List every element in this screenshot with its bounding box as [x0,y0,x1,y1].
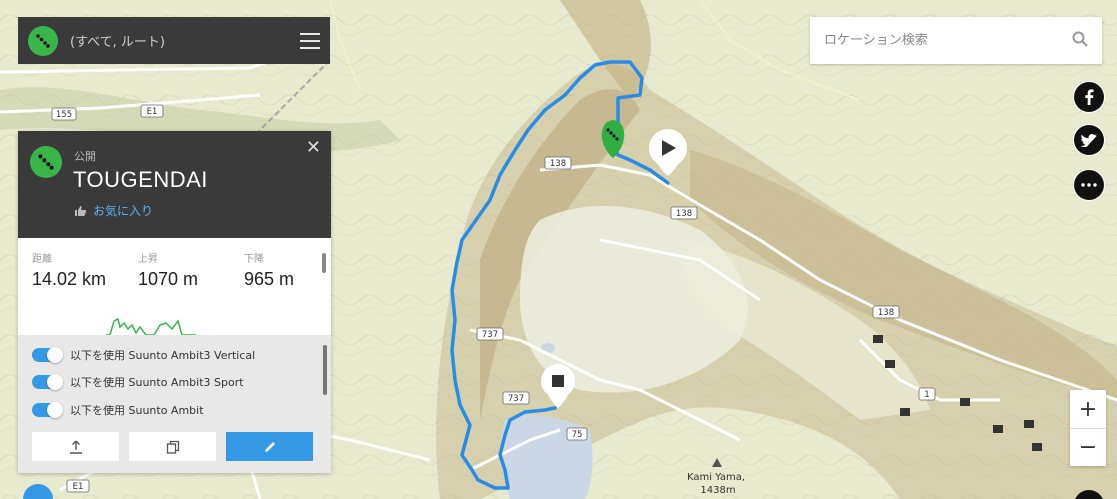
twitter-icon[interactable] [1074,125,1104,155]
device-list: 以下を使用 Suunto Ambit3 Vertical 以下を使用 Suunt… [18,335,331,473]
svg-text:E1: E1 [73,482,84,492]
svg-text:E1: E1 [147,107,158,117]
road-shield: 75 [566,427,588,441]
svg-text:138: 138 [676,209,692,219]
zoom-controls: + − [1070,390,1106,466]
zoom-in-button[interactable]: + [1070,390,1106,428]
svg-text:138: 138 [878,308,894,318]
road-shield: 155 [51,107,77,121]
facebook-icon[interactable] [1074,82,1104,112]
stat-descent: 下降 965 m [244,254,295,289]
pencil-icon [264,441,275,452]
more-options-icon[interactable] [1074,170,1104,200]
svg-text:138: 138 [550,159,566,169]
route-panel: 公開 TOUGENDAI お気に入り ✕ 距離 14.02 km 上昇 1070… [18,131,331,473]
road-shield: E1 [140,104,164,118]
svg-text:737: 737 [482,330,498,340]
zoom-out-button[interactable]: − [1070,428,1106,466]
stat-distance: 距離 14.02 km [32,254,107,289]
device-toggle[interactable] [32,374,63,390]
svg-text:Kami Yama,: Kami Yama, [687,472,745,483]
filter-label: (すべて, ルート) [70,35,165,50]
svg-text:155: 155 [56,110,72,120]
road-shield: 737 [502,391,530,405]
road-shield: 737 [476,327,504,341]
copy-icon [166,440,179,454]
suunto-logo-icon [28,25,58,56]
device-item: 以下を使用 Suunto Ambit3 Sport [32,374,244,390]
svg-text:1: 1 [924,390,929,400]
road-shield: 1 [918,387,936,401]
stop-icon [552,375,564,387]
stat-ascent: 上昇 1070 m [138,254,199,289]
export-button[interactable] [32,432,119,461]
device-toggle[interactable] [32,347,63,363]
road-shield: 138 [872,305,900,319]
action-buttons [32,432,313,461]
stats-scrollbar[interactable] [322,253,326,273]
route-header: 公開 TOUGENDAI お気に入り ✕ [18,131,331,238]
thumbs-up-icon [75,205,87,216]
elevation-profile [106,317,196,335]
route-stats: 距離 14.02 km 上昇 1070 m 下降 965 m [18,238,331,335]
close-icon[interactable]: ✕ [306,139,321,157]
svg-text:737: 737 [508,394,524,404]
device-item: 以下を使用 Suunto Ambit3 Vertical [32,347,255,363]
device-item: 以下を使用 Suunto Ambit [32,402,204,418]
device-scrollbar[interactable] [323,345,327,395]
visibility-label: 公開 [74,150,96,163]
search-input[interactable] [824,33,1072,48]
search-icon[interactable] [1072,31,1088,51]
copy-button[interactable] [129,432,216,461]
road-shield: E1 [66,479,90,493]
hamburger-menu-icon[interactable] [300,32,320,49]
road-shield: 138 [670,206,698,220]
favorite-button[interactable]: お気に入り [74,202,153,219]
edit-button[interactable] [226,432,313,461]
upload-icon [69,440,82,454]
svg-text:1438m: 1438m [700,485,735,496]
svg-text:75: 75 [572,430,583,440]
route-name: TOUGENDAI [73,167,208,192]
road-shield: 138 [544,156,572,170]
location-search [810,17,1102,64]
favorite-label: お気に入り [93,204,154,218]
device-toggle[interactable] [32,402,63,418]
filter-bar[interactable]: (すべて, ルート) [18,17,330,64]
suunto-logo-icon [30,146,62,178]
